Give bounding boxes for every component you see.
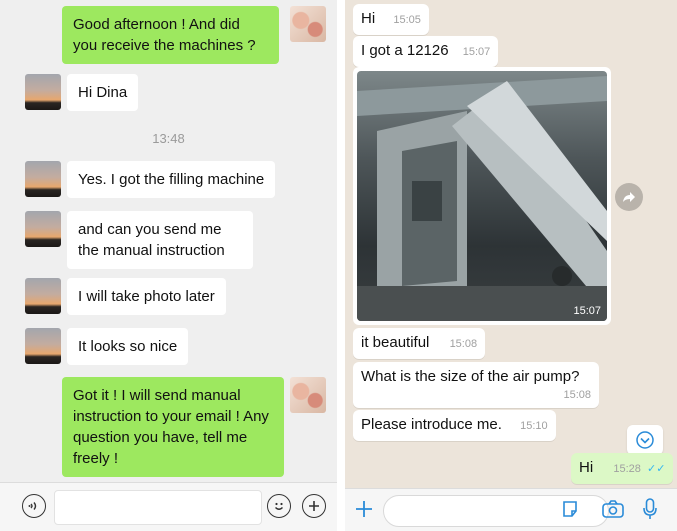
forward-icon[interactable] xyxy=(615,183,643,211)
message-text: and can you send me the manual instructi… xyxy=(78,221,225,259)
message-text: I will take photo later xyxy=(78,288,215,305)
message-time: 15:05 xyxy=(393,14,421,26)
message-incoming[interactable]: Yes. I got the filling machine xyxy=(67,161,276,198)
message-incoming[interactable]: It looks so nice xyxy=(67,328,189,365)
plus-icon[interactable] xyxy=(353,498,375,520)
avatar[interactable] xyxy=(25,328,61,364)
message-text: What is the size of the air pump? xyxy=(361,368,580,385)
avatar[interactable] xyxy=(25,74,61,110)
avatar[interactable] xyxy=(25,211,61,247)
image-message[interactable]: 15:07 xyxy=(353,67,611,325)
avatar[interactable] xyxy=(290,6,326,42)
message-text: Hi xyxy=(361,10,376,27)
read-receipt-icon: ✓✓ xyxy=(647,463,666,475)
wechat-panel: Good afternoon ! And did you receive the… xyxy=(0,0,337,531)
message-outgoing[interactable]: Hi 15:28 ✓✓ xyxy=(571,453,674,484)
message-text: Got it ! I will send manual instruction … xyxy=(73,387,269,467)
panel-divider xyxy=(337,0,345,531)
message-text: Yes. I got the filling machine xyxy=(78,171,265,188)
message-incoming[interactable]: I will take photo later xyxy=(67,278,226,315)
message-text: Hi xyxy=(579,459,594,476)
plus-icon[interactable] xyxy=(302,494,326,518)
message-text: Good afternoon ! And did you receive the… xyxy=(73,16,256,54)
message-incoming[interactable]: Please introduce me. 15:10 xyxy=(353,410,556,441)
sticker-icon[interactable] xyxy=(561,500,579,518)
input-bar xyxy=(0,482,337,531)
image-time: 15:07 xyxy=(573,305,601,317)
message-incoming[interactable]: Hi 15:05 xyxy=(353,4,429,35)
message-time: 15:08 xyxy=(563,389,591,401)
machine-photo: 15:07 xyxy=(357,71,607,321)
emoji-icon[interactable] xyxy=(267,494,291,518)
microphone-icon[interactable] xyxy=(642,497,658,521)
chevron-down-icon xyxy=(636,431,654,449)
message-text: it beautiful xyxy=(361,334,430,351)
message-incoming[interactable]: it beautiful 15:08 xyxy=(353,328,486,359)
whatsapp-panel: Hi 15:05 I got a 12126 15:07 15:07 it be… xyxy=(345,0,677,531)
message-text: Hi Dina xyxy=(78,84,128,101)
message-time: 15:08 xyxy=(449,338,478,350)
message-outgoing[interactable]: Got it ! I will send manual instruction … xyxy=(62,377,284,477)
avatar[interactable] xyxy=(290,377,326,413)
message-incoming[interactable]: What is the size of the air pump? 15:08 xyxy=(353,362,599,408)
message-incoming[interactable]: I got a 12126 15:07 xyxy=(353,36,499,67)
input-bar xyxy=(345,488,677,531)
avatar[interactable] xyxy=(25,278,61,314)
message-incoming[interactable]: Hi Dina xyxy=(67,74,139,111)
scroll-down-button[interactable] xyxy=(627,425,663,455)
avatar[interactable] xyxy=(25,161,61,197)
message-time: 15:07 xyxy=(462,46,491,58)
message-text: I got a 12126 xyxy=(361,42,449,59)
message-text: Please introduce me. xyxy=(361,416,502,433)
message-outgoing[interactable]: Good afternoon ! And did you receive the… xyxy=(62,6,279,64)
message-time: 15:28 xyxy=(613,463,641,475)
voice-icon[interactable] xyxy=(22,494,46,518)
message-incoming[interactable]: and can you send me the manual instructi… xyxy=(67,211,253,269)
camera-icon[interactable] xyxy=(601,499,625,519)
timestamp: 13:48 xyxy=(152,131,185,146)
message-time: 15:10 xyxy=(520,420,548,432)
message-input[interactable] xyxy=(54,490,262,525)
message-text: It looks so nice xyxy=(78,338,178,355)
